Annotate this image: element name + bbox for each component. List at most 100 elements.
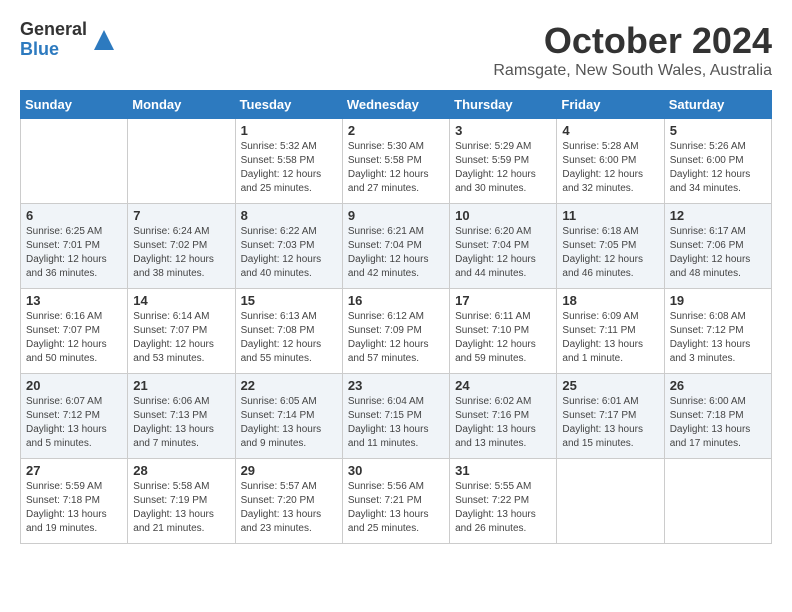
day-info: Sunrise: 6:20 AM Sunset: 7:04 PM Dayligh… (455, 225, 551, 281)
day-info: Sunrise: 5:56 AM Sunset: 7:21 PM Dayligh… (348, 480, 444, 536)
weekday-header-tuesday: Tuesday (235, 91, 342, 119)
weekday-header-saturday: Saturday (664, 91, 771, 119)
day-info: Sunrise: 6:08 AM Sunset: 7:12 PM Dayligh… (670, 310, 766, 366)
day-info: Sunrise: 6:02 AM Sunset: 7:16 PM Dayligh… (455, 395, 551, 451)
week-row-2: 6 Sunrise: 6:25 AM Sunset: 7:01 PM Daylig… (21, 204, 772, 289)
logo-blue: Blue (20, 40, 87, 60)
calendar-cell (664, 459, 771, 544)
day-number: 15 (241, 293, 337, 308)
day-number: 18 (562, 293, 658, 308)
calendar-cell: 11 Sunrise: 6:18 AM Sunset: 7:05 PM Dayli… (557, 204, 664, 289)
calendar-cell: 14Sunrise: 6:14 AM Sunset: 7:07 PM Dayli… (128, 289, 235, 374)
calendar-cell: 9 Sunrise: 6:21 AM Sunset: 7:04 PM Daylig… (342, 204, 449, 289)
day-number: 10 (455, 208, 551, 223)
calendar-cell: 8Sunrise: 6:22 AM Sunset: 7:03 PM Daylig… (235, 204, 342, 289)
day-info: Sunrise: 5:58 AM Sunset: 7:19 PM Dayligh… (133, 480, 229, 536)
day-number: 9 (348, 208, 444, 223)
calendar-cell (128, 119, 235, 204)
weekday-header-thursday: Thursday (450, 91, 557, 119)
week-row-3: 13Sunrise: 6:16 AM Sunset: 7:07 PM Dayli… (21, 289, 772, 374)
day-number: 22 (241, 378, 337, 393)
day-number: 27 (26, 463, 122, 478)
day-info: Sunrise: 6:04 AM Sunset: 7:15 PM Dayligh… (348, 395, 444, 451)
day-info: Sunrise: 5:29 AM Sunset: 5:59 PM Dayligh… (455, 140, 551, 196)
day-info: Sunrise: 6:25 AM Sunset: 7:01 PM Dayligh… (26, 225, 122, 281)
title-block: October 2024 Ramsgate, New South Wales, … (493, 20, 772, 80)
day-info: Sunrise: 5:32 AM Sunset: 5:58 PM Dayligh… (241, 140, 337, 196)
calendar-cell (557, 459, 664, 544)
logo-icon (89, 25, 119, 55)
calendar-cell: 28 Sunrise: 5:58 AM Sunset: 7:19 PM Dayli… (128, 459, 235, 544)
day-info: Sunrise: 5:30 AM Sunset: 5:58 PM Dayligh… (348, 140, 444, 196)
day-info: Sunrise: 6:13 AM Sunset: 7:08 PM Dayligh… (241, 310, 337, 366)
weekday-header-sunday: Sunday (21, 91, 128, 119)
calendar-cell (21, 119, 128, 204)
page-header: General Blue October 2024 Ramsgate, New … (20, 20, 772, 80)
week-row-5: 27 Sunrise: 5:59 AM Sunset: 7:18 PM Dayli… (21, 459, 772, 544)
logo-general: General (20, 20, 87, 40)
calendar-cell: 26Sunrise: 6:00 AM Sunset: 7:18 PM Dayli… (664, 374, 771, 459)
day-info: Sunrise: 5:57 AM Sunset: 7:20 PM Dayligh… (241, 480, 337, 536)
calendar-cell: 29 Sunrise: 5:57 AM Sunset: 7:20 PM Dayli… (235, 459, 342, 544)
day-number: 13 (26, 293, 122, 308)
day-number: 30 (348, 463, 444, 478)
calendar-cell: 30 Sunrise: 5:56 AM Sunset: 7:21 PM Dayli… (342, 459, 449, 544)
calendar-cell: 20 Sunrise: 6:07 AM Sunset: 7:12 PM Dayli… (21, 374, 128, 459)
logo: General Blue (20, 20, 119, 60)
day-info: Sunrise: 6:00 AM Sunset: 7:18 PM Dayligh… (670, 395, 766, 451)
day-number: 28 (133, 463, 229, 478)
day-number: 12 (670, 208, 766, 223)
calendar-cell: 3Sunrise: 5:29 AM Sunset: 5:59 PM Daylig… (450, 119, 557, 204)
day-info: Sunrise: 6:05 AM Sunset: 7:14 PM Dayligh… (241, 395, 337, 451)
day-info: Sunrise: 6:14 AM Sunset: 7:07 PM Dayligh… (133, 310, 229, 366)
day-number: 25 (562, 378, 658, 393)
day-number: 20 (26, 378, 122, 393)
weekday-header-monday: Monday (128, 91, 235, 119)
day-info: Sunrise: 6:12 AM Sunset: 7:09 PM Dayligh… (348, 310, 444, 366)
day-info: Sunrise: 6:06 AM Sunset: 7:13 PM Dayligh… (133, 395, 229, 451)
day-info: Sunrise: 6:24 AM Sunset: 7:02 PM Dayligh… (133, 225, 229, 281)
calendar-cell: 4Sunrise: 5:28 AM Sunset: 6:00 PM Daylig… (557, 119, 664, 204)
day-info: Sunrise: 6:17 AM Sunset: 7:06 PM Dayligh… (670, 225, 766, 281)
calendar-cell: 24Sunrise: 6:02 AM Sunset: 7:16 PM Dayli… (450, 374, 557, 459)
day-number: 1 (241, 123, 337, 138)
calendar-cell: 16Sunrise: 6:12 AM Sunset: 7:09 PM Dayli… (342, 289, 449, 374)
day-number: 6 (26, 208, 122, 223)
day-number: 29 (241, 463, 337, 478)
calendar-cell: 1 Sunrise: 5:32 AM Sunset: 5:58 PM Daylig… (235, 119, 342, 204)
week-row-1: 1 Sunrise: 5:32 AM Sunset: 5:58 PM Daylig… (21, 119, 772, 204)
calendar-cell: 5 Sunrise: 5:26 AM Sunset: 6:00 PM Daylig… (664, 119, 771, 204)
day-number: 7 (133, 208, 229, 223)
month-title: October 2024 (493, 20, 772, 62)
calendar-cell: 15 Sunrise: 6:13 AM Sunset: 7:08 PM Dayli… (235, 289, 342, 374)
calendar-cell: 31Sunrise: 5:55 AM Sunset: 7:22 PM Dayli… (450, 459, 557, 544)
day-info: Sunrise: 5:55 AM Sunset: 7:22 PM Dayligh… (455, 480, 551, 536)
day-info: Sunrise: 6:07 AM Sunset: 7:12 PM Dayligh… (26, 395, 122, 451)
day-number: 8 (241, 208, 337, 223)
day-info: Sunrise: 5:26 AM Sunset: 6:00 PM Dayligh… (670, 140, 766, 196)
day-info: Sunrise: 5:59 AM Sunset: 7:18 PM Dayligh… (26, 480, 122, 536)
day-info: Sunrise: 6:18 AM Sunset: 7:05 PM Dayligh… (562, 225, 658, 281)
day-info: Sunrise: 6:01 AM Sunset: 7:17 PM Dayligh… (562, 395, 658, 451)
calendar-cell: 19 Sunrise: 6:08 AM Sunset: 7:12 PM Dayli… (664, 289, 771, 374)
day-number: 23 (348, 378, 444, 393)
weekday-header-friday: Friday (557, 91, 664, 119)
calendar-cell: 22 Sunrise: 6:05 AM Sunset: 7:14 PM Dayli… (235, 374, 342, 459)
day-number: 2 (348, 123, 444, 138)
calendar-table: SundayMondayTuesdayWednesdayThursdayFrid… (20, 90, 772, 544)
location-subtitle: Ramsgate, New South Wales, Australia (493, 62, 772, 80)
weekday-header-row: SundayMondayTuesdayWednesdayThursdayFrid… (21, 91, 772, 119)
week-row-4: 20 Sunrise: 6:07 AM Sunset: 7:12 PM Dayli… (21, 374, 772, 459)
day-number: 19 (670, 293, 766, 308)
day-number: 21 (133, 378, 229, 393)
calendar-cell: 21 Sunrise: 6:06 AM Sunset: 7:13 PM Dayli… (128, 374, 235, 459)
day-number: 5 (670, 123, 766, 138)
day-info: Sunrise: 6:11 AM Sunset: 7:10 PM Dayligh… (455, 310, 551, 366)
calendar-cell: 12 Sunrise: 6:17 AM Sunset: 7:06 PM Dayli… (664, 204, 771, 289)
day-number: 11 (562, 208, 658, 223)
day-number: 17 (455, 293, 551, 308)
calendar-cell: 17 Sunrise: 6:11 AM Sunset: 7:10 PM Dayli… (450, 289, 557, 374)
day-number: 4 (562, 123, 658, 138)
calendar-cell: 27 Sunrise: 5:59 AM Sunset: 7:18 PM Dayli… (21, 459, 128, 544)
day-info: Sunrise: 6:21 AM Sunset: 7:04 PM Dayligh… (348, 225, 444, 281)
